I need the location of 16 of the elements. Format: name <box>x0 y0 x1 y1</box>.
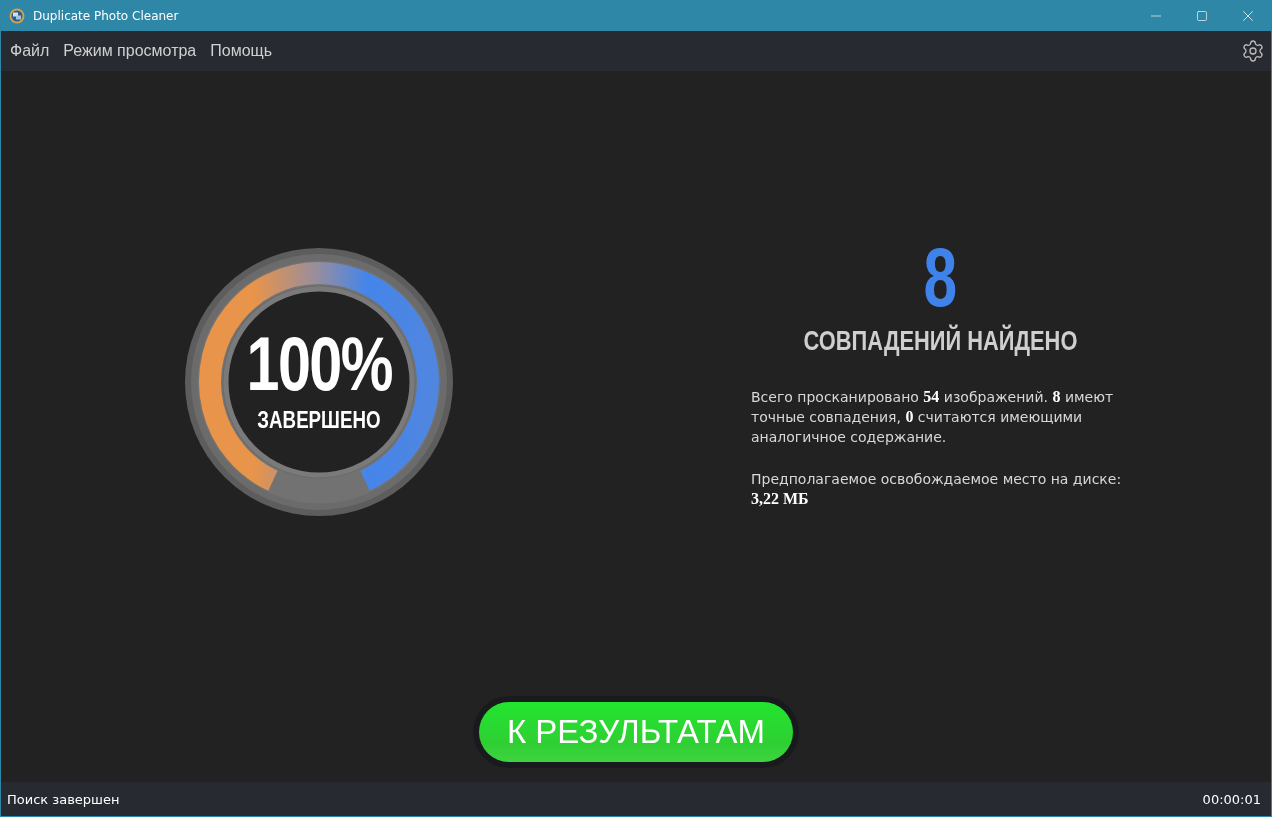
maximize-icon[interactable] <box>1196 9 1208 22</box>
space-label: Предполагаемое освобождаемое место на диске: <box>751 469 1123 489</box>
menu-item[interactable]: Помощь <box>210 42 273 60</box>
app-logo-icon <box>9 7 25 24</box>
progress-caption: ЗАВЕРШЕНО <box>257 407 381 432</box>
menu-item[interactable]: Файл <box>10 42 50 60</box>
settings-icon[interactable] <box>1241 39 1265 63</box>
status-message: Поиск завершен <box>7 791 120 807</box>
space-value: 3,22 МБ <box>751 489 809 507</box>
window-title: Duplicate Photo Cleaner <box>33 8 180 23</box>
matches-heading: СОВПАДЕНИЙ НАЙДЕНО <box>803 324 1077 357</box>
match-count: 8 <box>923 234 957 319</box>
menu-item[interactable]: Режим просмотра <box>63 42 197 60</box>
progress-percent: 100% <box>246 325 392 402</box>
scan-summary: Всего просканировано 54 изображений. 8 имеют точные совпадения, 0 считаются имеющими аналогичное содержание. <box>751 386 1115 447</box>
elapsed-time: 00:00:01 <box>1202 791 1261 807</box>
